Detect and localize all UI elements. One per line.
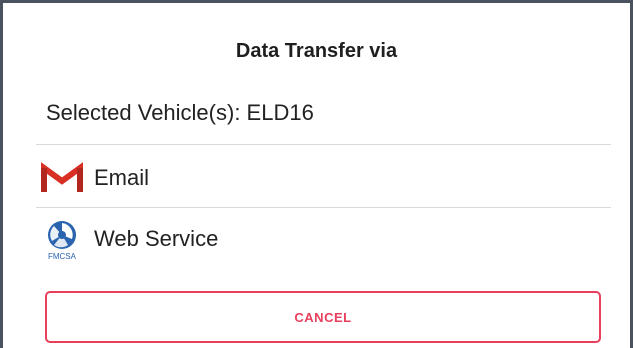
dialog-title: Data Transfer via <box>235 40 398 62</box>
cancel-button-label: CANCEL <box>294 309 352 325</box>
email-option-label: Email <box>94 165 150 190</box>
web-service-option-label: Web Service <box>94 226 219 251</box>
email-option[interactable]: Email <box>36 149 611 207</box>
selected-vehicles-text: Selected Vehicle(s): ELD16 <box>46 100 314 125</box>
gmail-icon <box>40 156 84 200</box>
dialog: Data Transfer via Selected Vehicle(s): E… <box>0 0 633 348</box>
cancel-button[interactable]: CANCEL <box>45 291 601 343</box>
divider <box>36 207 611 208</box>
window-border-top <box>0 0 633 3</box>
fmcsa-icon-text: FMCSA <box>48 252 77 261</box>
divider <box>36 144 611 145</box>
web-service-option[interactable]: FMCSA Web Service <box>36 210 611 268</box>
fmcsa-icon: FMCSA <box>40 217 84 261</box>
